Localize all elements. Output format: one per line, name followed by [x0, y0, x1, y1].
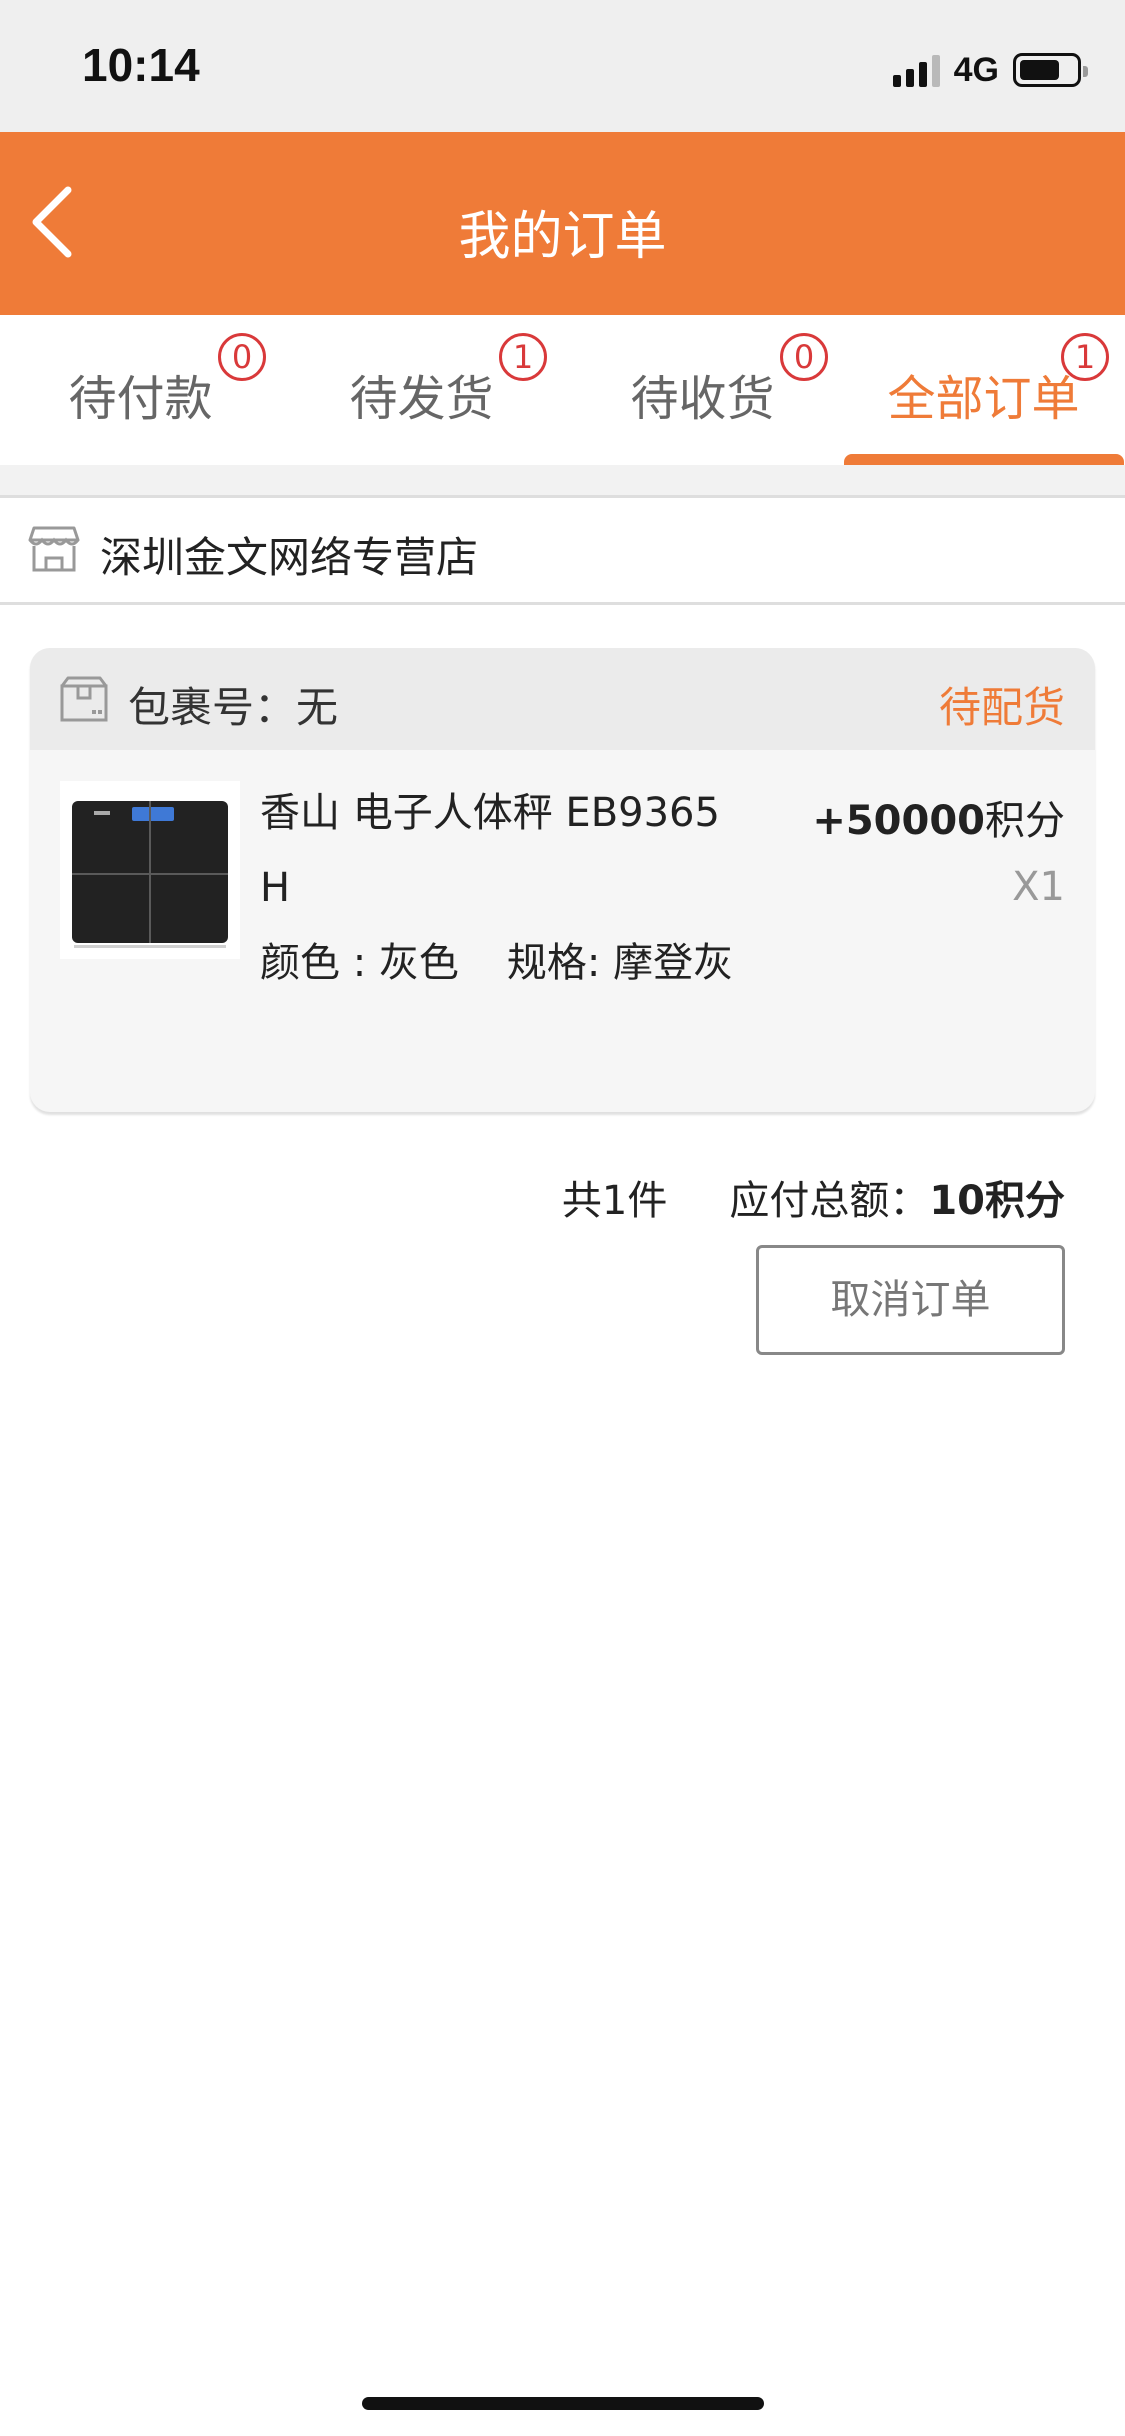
scale-image	[72, 801, 228, 943]
home-indicator[interactable]	[362, 2397, 764, 2410]
package-header: 包裹号：无 待配货	[30, 648, 1095, 750]
tab-count-badge: 1	[499, 333, 547, 381]
status-bar: 10:14 4G	[0, 0, 1125, 132]
store-icon	[28, 526, 80, 572]
item-count: 共1件	[561, 1178, 668, 1224]
page-title: 我的订单	[458, 207, 667, 267]
product-size: 规格: 摩登灰	[506, 940, 734, 986]
cancel-order-button[interactable]: 取消订单	[756, 1245, 1065, 1355]
tab-pending-receipt[interactable]: 待收货 0	[562, 315, 843, 465]
total-value: 10积分	[929, 1178, 1065, 1224]
store-name: 深圳金文网络专营店	[100, 533, 479, 582]
product-price: +50000积分	[812, 788, 1065, 846]
network-label: 4G	[953, 50, 999, 89]
tab-count-badge: 1	[1061, 333, 1109, 381]
product-spec: 颜色 : 灰色 规格: 摩登灰	[260, 926, 740, 1001]
product-quantity: X1	[1012, 864, 1065, 910]
price-unit: 积分	[985, 798, 1065, 844]
package-number: 包裹号：无	[128, 683, 339, 732]
nav-header: 我的订单	[0, 132, 1125, 315]
product-color: 颜色 : 灰色	[260, 940, 459, 986]
tab-count-badge: 0	[780, 333, 828, 381]
status-indicators: 4G	[892, 50, 1088, 90]
total-label: 应付总额：	[729, 1178, 930, 1224]
signal-icon	[892, 53, 940, 87]
product-name: 香山 电子人体秤 EB9365H	[260, 790, 720, 911]
battery-level	[1020, 60, 1059, 80]
battery-icon	[1013, 53, 1088, 87]
price-amount: +50000	[812, 798, 985, 844]
divider	[0, 602, 1125, 605]
section-divider	[0, 465, 1125, 495]
tab-count-badge: 0	[218, 333, 266, 381]
tab-pending-shipment[interactable]: 待发货 1	[281, 315, 562, 465]
order-summary: 共1件 应付总额：10积分	[562, 1168, 1065, 1226]
package-card[interactable]: 包裹号：无 待配货 香山 电子人体秤 EB9365H 颜色 : 灰色 规格: 摩登…	[30, 648, 1095, 1112]
store-row[interactable]: 深圳金文网络专营店	[0, 498, 1125, 602]
tab-all-orders[interactable]: 全部订单 1	[843, 315, 1124, 465]
package-status: 待配货	[938, 683, 1065, 732]
package-icon	[60, 676, 108, 722]
tab-pending-payment[interactable]: 待付款 0	[0, 315, 281, 465]
status-time: 10:14	[82, 39, 200, 91]
product-image[interactable]	[60, 781, 240, 959]
order-tabs: 待付款 0 待发货 1 待收货 0 全部订单 1	[0, 315, 1125, 466]
